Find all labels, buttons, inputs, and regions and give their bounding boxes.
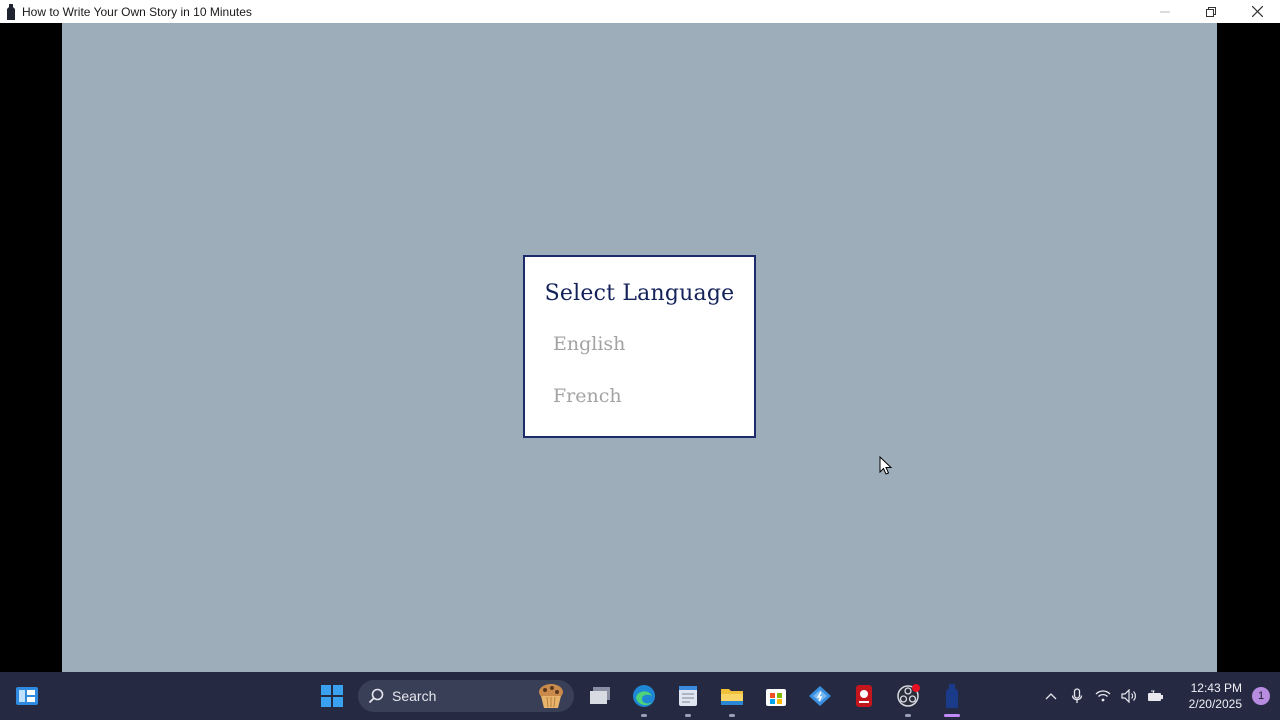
minimize-icon: [1160, 11, 1170, 12]
microphone-button[interactable]: [1064, 672, 1090, 720]
widgets-button[interactable]: [14, 684, 40, 708]
start-button[interactable]: [310, 672, 354, 720]
language-option-french[interactable]: French: [553, 385, 622, 407]
recorder-icon: [856, 685, 872, 707]
language-dialog: Select Language English French: [523, 255, 756, 438]
running-indicator: [905, 714, 911, 717]
store-icon: [766, 689, 786, 706]
window-title: How to Write Your Own Story in 10 Minute…: [22, 4, 252, 19]
game-canvas[interactable]: Select Language English French: [62, 23, 1217, 672]
clock-time: 12:43 PM: [1190, 681, 1242, 695]
edge-button[interactable]: [622, 672, 666, 720]
battery-button[interactable]: [1142, 672, 1168, 720]
window-controls: [1142, 0, 1280, 23]
restore-button[interactable]: [1188, 0, 1234, 23]
search-icon: [368, 688, 384, 704]
close-button[interactable]: [1234, 0, 1280, 23]
wifi-icon: [1095, 690, 1111, 702]
file-explorer-icon: [721, 689, 743, 705]
taskbar-pinned: Search: [310, 672, 974, 720]
dialog-title: Select Language: [544, 281, 735, 306]
speaker-icon: [1121, 689, 1136, 703]
taskbar: Search 12:43 PM 2/20/2025 1: [0, 672, 1280, 720]
vscode-button[interactable]: [798, 672, 842, 720]
notepad-button[interactable]: [666, 672, 710, 720]
vscode-icon: [809, 686, 831, 706]
close-icon: [1251, 6, 1263, 17]
app-icon: [4, 3, 18, 20]
running-indicator: [641, 714, 647, 717]
volume-button[interactable]: [1116, 672, 1142, 720]
minimize-button[interactable]: [1142, 0, 1188, 23]
show-hidden-icons-button[interactable]: [1038, 672, 1064, 720]
restore-icon: [1206, 6, 1216, 17]
clock-date: 2/20/2025: [1188, 697, 1242, 711]
recorder-button[interactable]: [842, 672, 886, 720]
store-button[interactable]: [754, 672, 798, 720]
wifi-button[interactable]: [1090, 672, 1116, 720]
muffin-icon: [539, 684, 563, 708]
notification-badge[interactable]: 1: [1252, 687, 1270, 705]
battery-icon: [1148, 690, 1163, 701]
taskbar-search[interactable]: Search: [358, 680, 574, 712]
running-indicator: [729, 714, 735, 717]
game-icon: [946, 684, 958, 708]
microphone-icon: [1071, 688, 1083, 703]
search-label: Search: [392, 688, 437, 704]
taskbar-clock[interactable]: 12:43 PM 2/20/2025: [1172, 680, 1242, 712]
running-indicator: [685, 714, 691, 717]
chevron-up-icon: [1045, 693, 1057, 700]
task-view-button[interactable]: [578, 672, 622, 720]
letterbox-left: [0, 23, 62, 672]
system-tray: 12:43 PM 2/20/2025 1: [1038, 672, 1280, 720]
active-indicator: [944, 714, 960, 717]
game-button[interactable]: [930, 672, 974, 720]
task-view-icon: [590, 687, 610, 704]
start-icon: [321, 685, 343, 707]
language-option-english[interactable]: English: [553, 333, 625, 355]
notepad-icon: [679, 686, 697, 706]
obs-button[interactable]: [886, 672, 930, 720]
mouse-cursor-icon: [879, 456, 893, 475]
widgets-icon: [16, 687, 38, 705]
letterbox-right: [1217, 23, 1280, 672]
window-titlebar: How to Write Your Own Story in 10 Minute…: [0, 0, 1280, 23]
obs-icon: [897, 684, 920, 707]
file-explorer-button[interactable]: [710, 672, 754, 720]
edge-icon: [633, 685, 655, 707]
